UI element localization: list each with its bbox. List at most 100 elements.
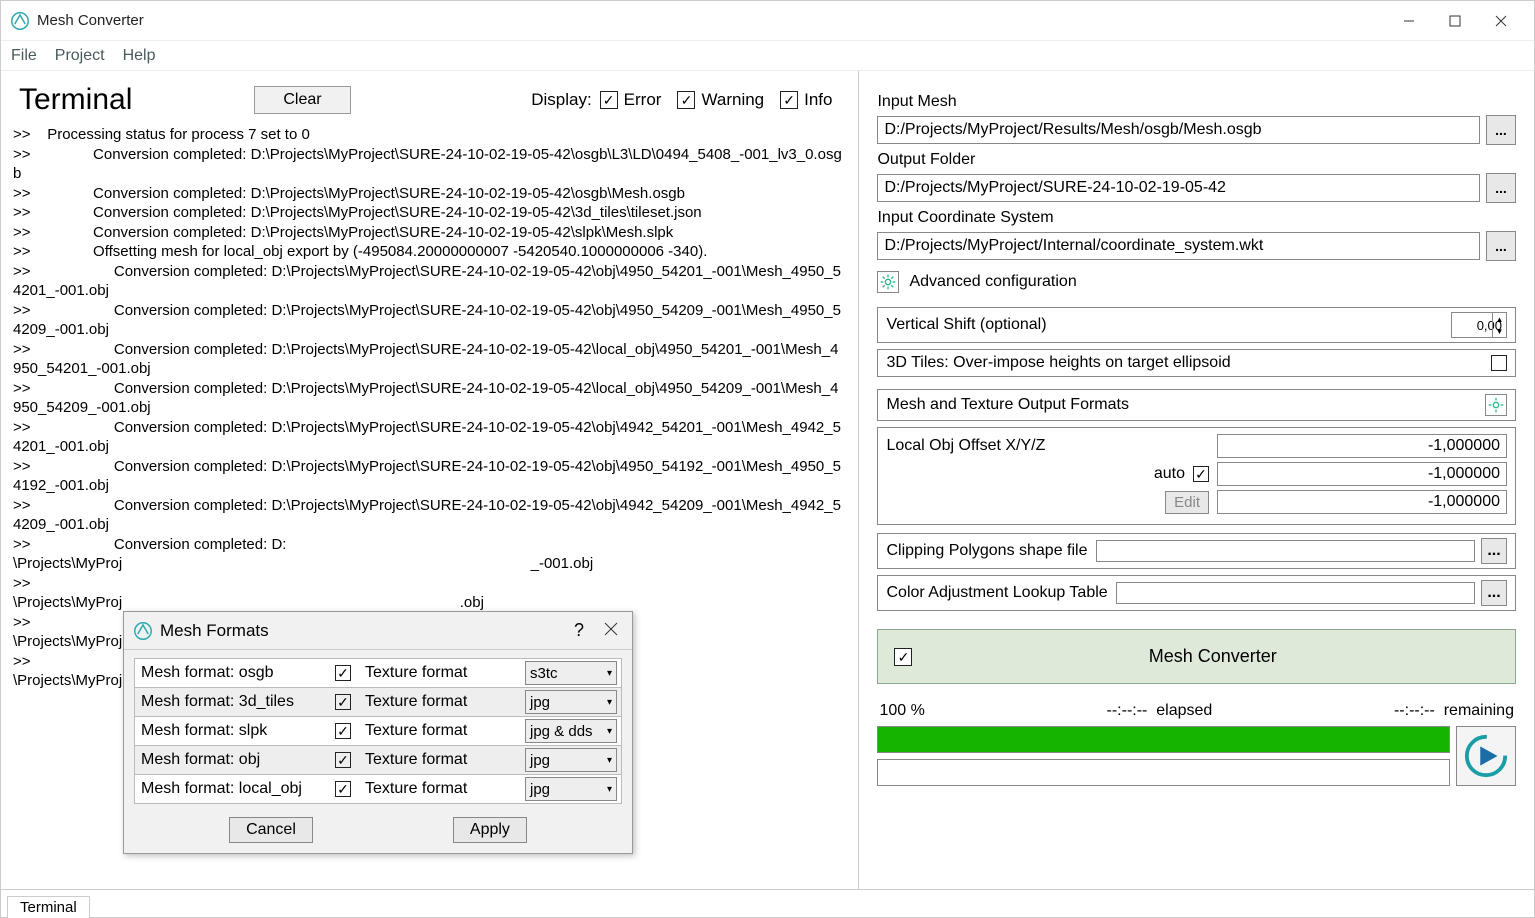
gear-icon[interactable] — [1485, 394, 1507, 416]
clipping-browse-button[interactable]: ... — [1481, 538, 1507, 564]
texture-format-label: Texture format — [361, 660, 521, 686]
mesh-format-row: Mesh format: local_obj✓Texture formatjpg… — [134, 774, 622, 804]
dialog-close-button[interactable] — [600, 621, 622, 641]
clear-button[interactable]: Clear — [254, 86, 350, 114]
menu-file[interactable]: File — [11, 47, 37, 65]
terminal-line: >> — [13, 574, 844, 594]
mesh-format-checkbox[interactable]: ✓ — [335, 781, 351, 797]
progress-percent: 100 % — [879, 702, 924, 720]
mesh-format-label: Mesh format: osgb — [135, 660, 325, 686]
coord-sys-field[interactable]: D:/Projects/MyProject/Internal/coordinat… — [877, 232, 1480, 260]
input-mesh-browse-button[interactable]: ... — [1486, 115, 1516, 145]
local-obj-offset-box: Local Obj Offset X/Y/Z -1,000000 auto ✓ … — [877, 427, 1516, 525]
coord-sys-browse-button[interactable]: ... — [1486, 231, 1516, 261]
titlebar: Mesh Converter — [1, 1, 1534, 41]
color-lut-label: Color Adjustment Lookup Table — [886, 584, 1107, 602]
mesh-format-row: Mesh format: slpk ✓ Texture formatjpg & dd… — [134, 716, 622, 746]
filter-info[interactable]: ✓ Info — [780, 90, 832, 110]
texture-format-dropdown[interactable]: jpg ▾ — [525, 690, 617, 714]
checkbox-icon: ✓ — [780, 91, 798, 109]
vertical-shift-spinner[interactable]: 0,00 ▲▼ — [1451, 312, 1507, 338]
texture-format-value: jpg — [530, 694, 550, 711]
advanced-config-toggle[interactable]: Advanced configuration — [877, 271, 1516, 293]
formats-header-label: Mesh and Texture Output Formats — [886, 396, 1485, 414]
mesh-format-row: Mesh format: osgb ✓ Texture formats3tc▾ — [134, 658, 622, 688]
dialog-help-button[interactable]: ? — [566, 620, 592, 641]
terminal-line: >> Conversion completed: D:\Projects\MyP… — [13, 496, 844, 535]
run-button[interactable] — [1456, 726, 1516, 786]
output-folder-browse-button[interactable]: ... — [1486, 173, 1516, 203]
terminal-line: >> Conversion completed: D:\Projects\MyP… — [13, 145, 844, 184]
mesh-formats-grid: Mesh format: osgb✓Texture formats3tc▾Mes… — [124, 650, 632, 811]
input-mesh-field[interactable]: D:/Projects/MyProject/Results/Mesh/osgb/… — [877, 116, 1480, 144]
chevron-down-icon: ▾ — [607, 697, 612, 708]
filter-warning[interactable]: ✓ Warning — [677, 90, 764, 110]
output-folder-field[interactable]: D:/Projects/MyProject/SURE-24-10-02-19-0… — [877, 174, 1480, 202]
status-row: 100 % --:--:-- elapsed --:--:-- remainin… — [879, 702, 1514, 720]
texture-format-label: Texture format — [361, 747, 521, 773]
color-lut-browse-button[interactable]: ... — [1481, 580, 1507, 606]
terminal-line: >> Conversion completed: D:\Projects\MyP… — [13, 262, 844, 301]
terminal-line: >> Offsetting mesh for local_obj export … — [13, 242, 844, 262]
filter-error-label: Error — [624, 90, 662, 110]
terminal-line: >> Conversion completed: D:\Projects\MyP… — [13, 184, 844, 204]
maximize-button[interactable] — [1432, 5, 1478, 37]
offset-y-field[interactable]: -1,000000 — [1217, 462, 1507, 486]
chevron-down-icon: ▾ — [607, 784, 612, 795]
chevron-down-icon: ▾ — [607, 726, 612, 737]
progress-bar — [877, 726, 1450, 753]
terminal-line: >> Processing status for process 7 set t… — [13, 125, 844, 145]
terminal-line: >> Conversion completed: D:\Projects\MyP… — [13, 418, 844, 457]
texture-format-label: Texture format — [361, 689, 521, 715]
texture-format-value: jpg — [530, 752, 550, 769]
mesh-format-checkbox[interactable]: ✓ — [335, 752, 351, 768]
color-lut-field[interactable] — [1116, 582, 1475, 604]
mesh-format-checkbox[interactable]: ✓ — [335, 723, 351, 739]
texture-format-dropdown[interactable]: s3tc▾ — [525, 661, 617, 685]
overimpose-row[interactable]: 3D Tiles: Over-impose heights on target … — [877, 349, 1516, 377]
mesh-converter-toggle[interactable]: ✓ Mesh Converter — [877, 629, 1516, 684]
elapsed-time: --:--:-- — [1107, 702, 1148, 719]
footer-tab-terminal[interactable]: Terminal — [7, 896, 90, 918]
close-icon — [604, 622, 618, 636]
checkbox-icon: ✓ — [677, 91, 695, 109]
progress-fill — [878, 727, 1449, 752]
terminal-line: \Projects\MyProj .obj — [13, 593, 844, 613]
mesh-converter-label: Mesh Converter — [926, 646, 1499, 667]
menu-help[interactable]: Help — [123, 47, 156, 65]
clipping-row: Clipping Polygons shape file ... — [877, 533, 1516, 569]
mesh-format-label: Mesh format: slpk — [135, 718, 325, 744]
texture-format-label: Texture format — [361, 718, 521, 744]
remaining-label: remaining — [1444, 702, 1514, 719]
mesh-format-checkbox[interactable]: ✓ — [335, 694, 351, 710]
vertical-shift-row: Vertical Shift (optional) 0,00 ▲▼ — [877, 307, 1516, 343]
offset-auto-checkbox[interactable]: ✓ — [1193, 466, 1209, 482]
cancel-button[interactable]: Cancel — [229, 817, 313, 843]
input-mesh-label: Input Mesh — [877, 93, 1516, 111]
apply-button[interactable]: Apply — [453, 817, 527, 843]
mesh-converter-checkbox[interactable]: ✓ — [894, 648, 912, 666]
texture-format-dropdown[interactable]: jpg▾ — [525, 777, 617, 801]
menu-project[interactable]: Project — [55, 47, 105, 65]
spinner-arrows-icon: ▲▼ — [1492, 313, 1506, 337]
minimize-button[interactable] — [1386, 5, 1432, 37]
mesh-format-checkbox[interactable]: ✓ — [335, 665, 351, 681]
texture-format-value: s3tc — [530, 665, 558, 682]
clipping-field[interactable] — [1096, 540, 1476, 562]
offset-z-field[interactable]: -1,000000 — [1217, 490, 1507, 514]
texture-format-dropdown[interactable]: jpg & dds▾ — [525, 719, 617, 743]
offset-edit-button[interactable]: Edit — [1165, 491, 1209, 514]
terminal-panel: Terminal Clear Display: ✓ Error ✓ Warnin… — [1, 71, 859, 889]
terminal-line: >> Conversion completed: D:\Projects\MyP… — [13, 223, 844, 243]
log-area[interactable] — [877, 759, 1450, 786]
play-icon — [1463, 733, 1509, 779]
mesh-format-label: Mesh format: obj — [135, 747, 325, 773]
overimpose-checkbox[interactable] — [1491, 355, 1507, 371]
vertical-shift-label: Vertical Shift (optional) — [886, 316, 1451, 334]
filter-error[interactable]: ✓ Error — [600, 90, 662, 110]
texture-format-dropdown[interactable]: jpg▾ — [525, 748, 617, 772]
terminal-line: >> Conversion completed: D:\Projects\MyP… — [13, 301, 844, 340]
offset-x-field[interactable]: -1,000000 — [1217, 434, 1507, 458]
minimize-icon — [1403, 15, 1415, 27]
close-button[interactable] — [1478, 5, 1524, 37]
